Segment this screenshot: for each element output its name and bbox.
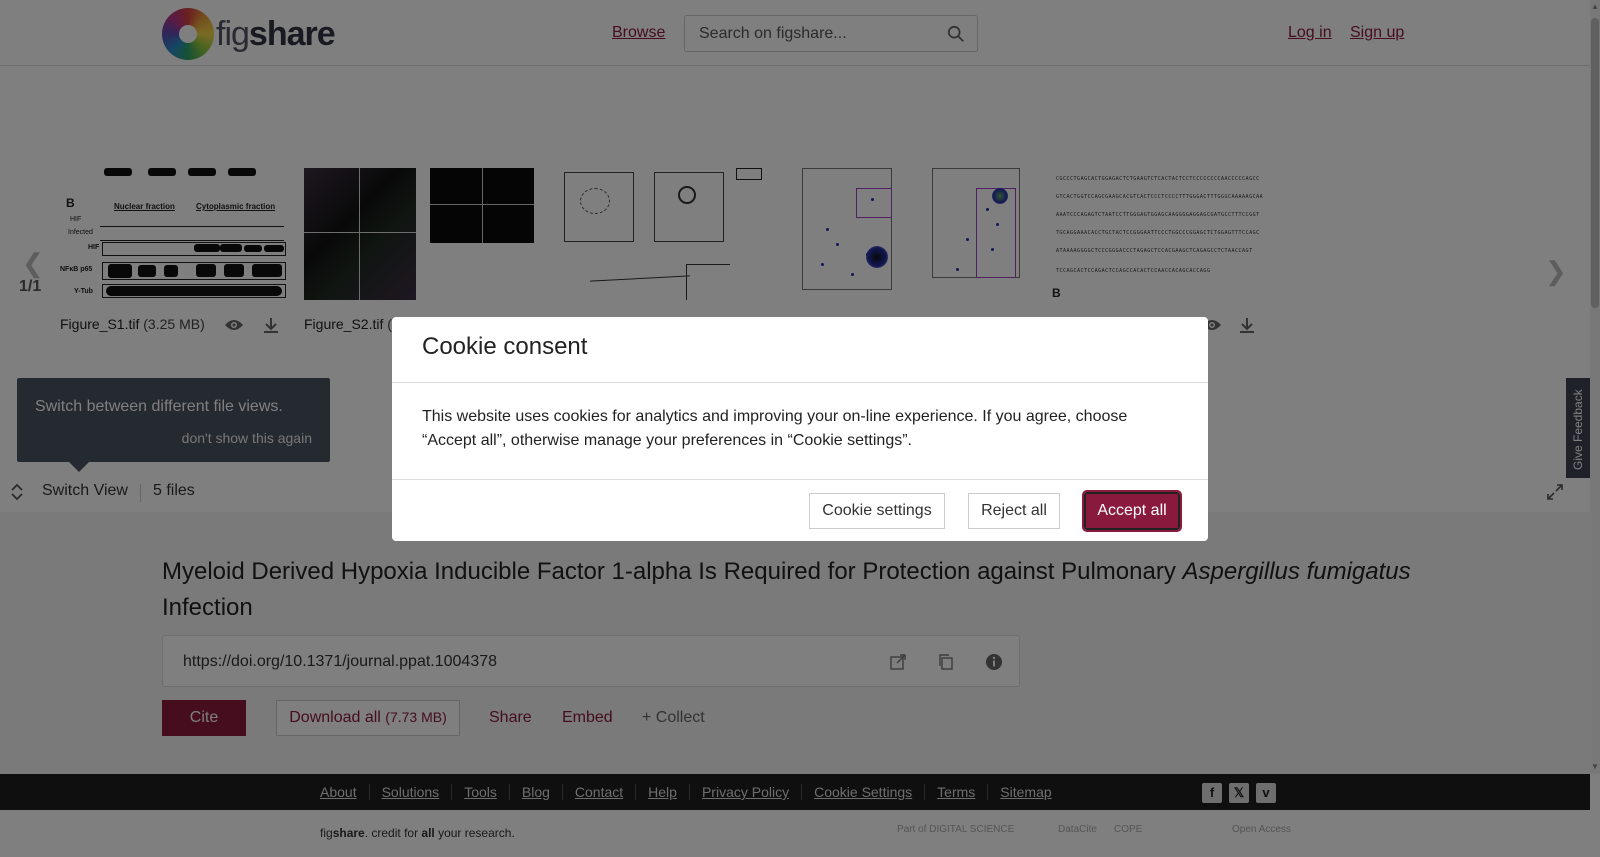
dialog-body: This website uses cookies for analytics … — [392, 383, 1208, 480]
dialog-footer: Cookie settings Reject all Accept all — [392, 480, 1208, 540]
cookie-consent-dialog: Cookie consent This website uses cookies… — [392, 317, 1208, 541]
dialog-text: This website uses cookies for analytics … — [422, 408, 1128, 449]
reject-all-button[interactable]: Reject all — [968, 493, 1060, 529]
cookie-settings-button[interactable]: Cookie settings — [809, 493, 945, 529]
modal-overlay: Cookie consent This website uses cookies… — [0, 0, 1600, 857]
dialog-title: Cookie consent — [422, 333, 588, 360]
accept-all-button[interactable]: Accept all — [1082, 490, 1182, 532]
dialog-header: Cookie consent — [392, 317, 1208, 383]
